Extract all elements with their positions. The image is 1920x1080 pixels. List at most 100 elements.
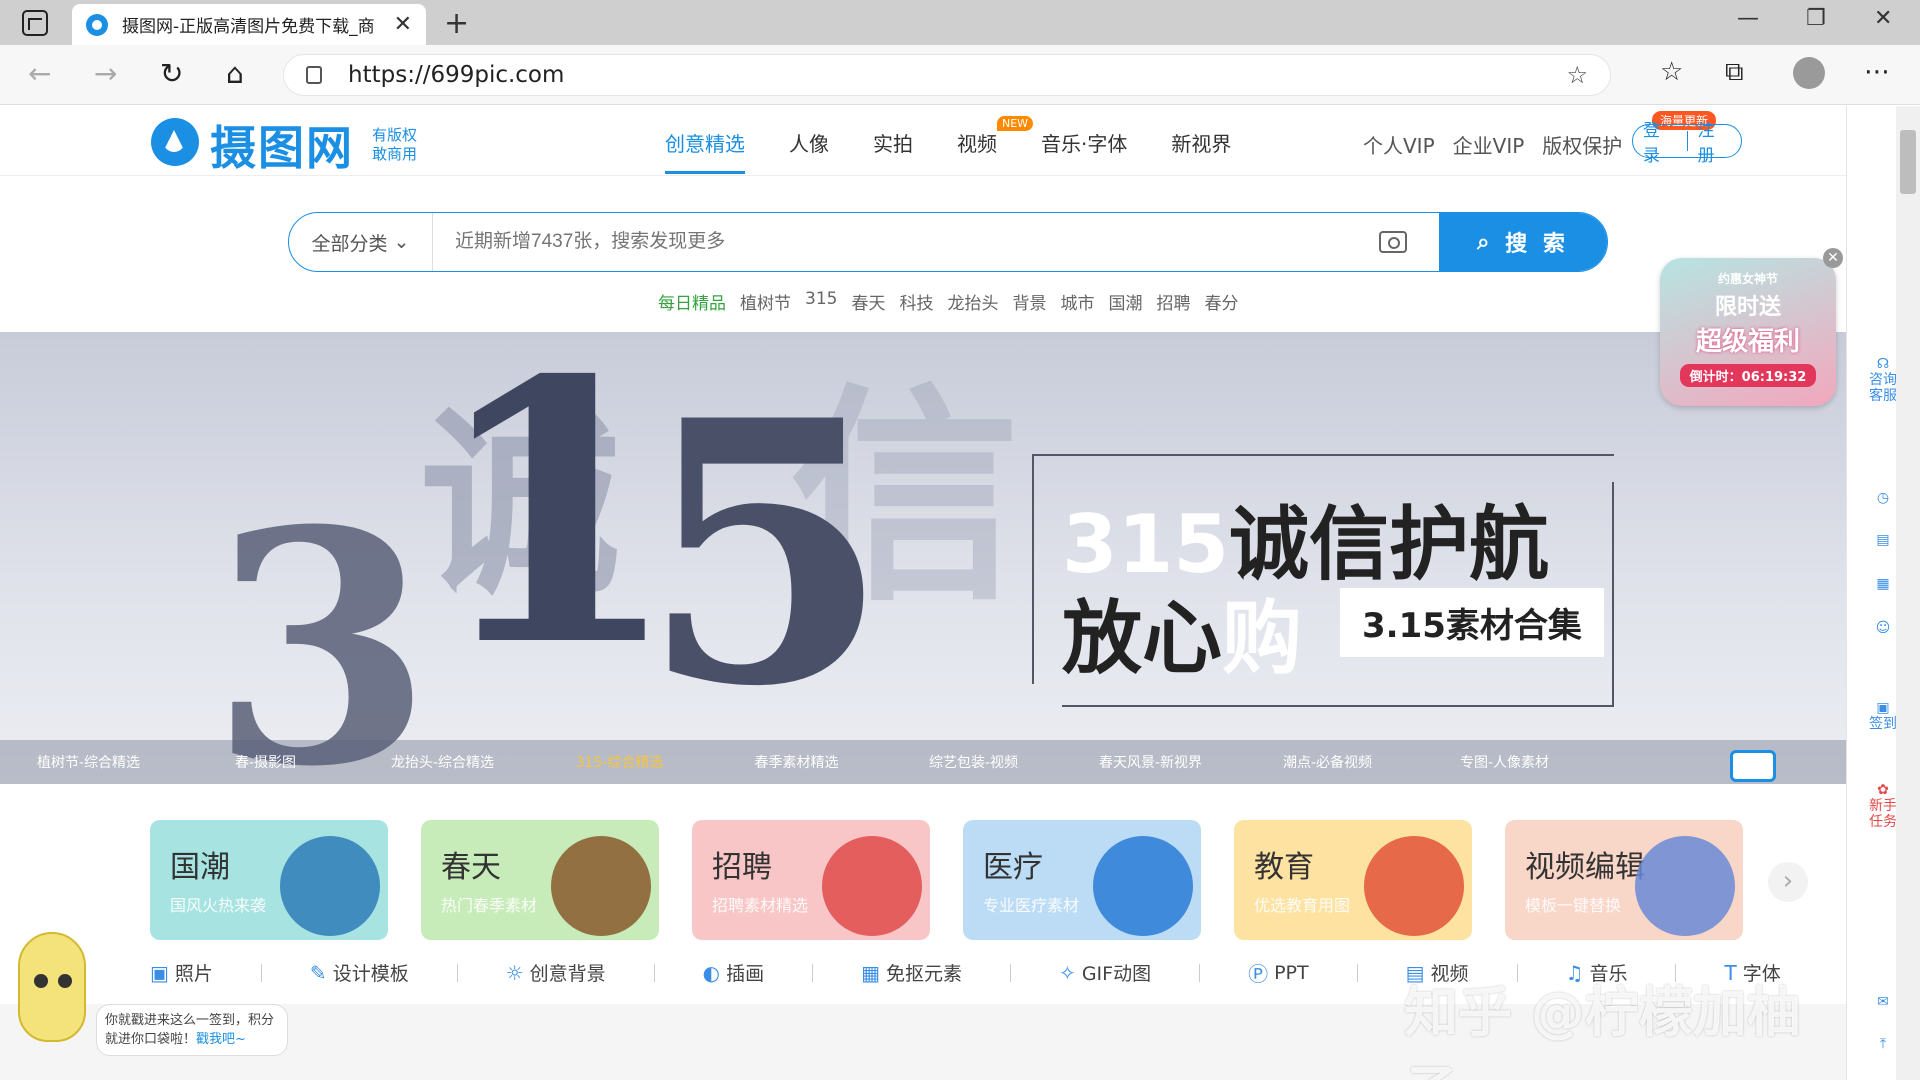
banner-nav-item[interactable]: 春天风景-新视界 (1062, 752, 1239, 772)
nav-portrait[interactable]: 人像 (789, 128, 829, 174)
profile-avatar[interactable] (1793, 57, 1825, 89)
checkin-bubble[interactable]: 你就戳进来这么一签到，积分就进你口袋啦！戳我吧~ (96, 1004, 288, 1056)
search-button[interactable]: ⌕ 搜 索 (1439, 213, 1607, 271)
browser-tab-active[interactable]: 摄图网-正版高清图片免费下载_商 ✕ (72, 4, 426, 45)
category-photo[interactable]: ▣ 照片 (150, 959, 213, 986)
banner-nav-item[interactable]: 春季素材精选 (708, 752, 885, 772)
minimize-button[interactable]: — (1737, 6, 1759, 31)
topic-card[interactable]: 视频编辑 模板一键替换 (1505, 820, 1743, 940)
checkin-link[interactable]: 戳我吧~ (196, 1032, 246, 1047)
newbie-task[interactable]: ✿ 新手任务 (1867, 782, 1899, 830)
mascot-image[interactable] (18, 932, 86, 1042)
banner-nav-item[interactable]: 综艺包装-视频 (885, 752, 1062, 772)
back-to-top-icon[interactable]: ⤒ (1867, 1036, 1899, 1052)
back-button[interactable]: ← (28, 57, 51, 90)
nav-music-font[interactable]: 音乐·字体 (1041, 128, 1127, 174)
hot-tag[interactable]: 植树节 (740, 289, 791, 314)
tv-icon[interactable] (1730, 750, 1776, 782)
new-tab-button[interactable]: + (444, 6, 469, 41)
hot-tag[interactable]: 春分 (1204, 289, 1238, 314)
login-button[interactable]: 登录 (1633, 116, 1687, 166)
hot-tag[interactable]: 背景 (1012, 289, 1046, 314)
tab-actions-icon[interactable] (22, 10, 48, 36)
right-rail: ☊ 咨询客服 ◷ ▤ ▦ ☺ ▣ 签到 ✿ 新手任务 ✉ ⤒ (1846, 106, 1920, 1080)
topic-card[interactable]: 国潮 国风火热来袭 (150, 820, 388, 940)
scrollbar-thumb[interactable] (1900, 130, 1916, 194)
banner-nav: 植树节-综合精选 春-摄影图 龙抬头-综合精选 315-综合精选 春季素材精选 … (0, 740, 1846, 784)
address-bar[interactable]: https://699pic.com ☆ (283, 54, 1611, 96)
sparkle-icon: ✧ (1059, 960, 1076, 985)
banner-nav-item-active[interactable]: 315-综合精选 (531, 752, 708, 772)
copyright-link[interactable]: 版权保护 (1542, 130, 1622, 159)
feedback-icon[interactable]: ✉ (1867, 994, 1899, 1010)
personal-vip-link[interactable]: 个人VIP (1363, 130, 1435, 159)
grid-icon: ▦ (861, 960, 881, 985)
restore-button[interactable]: ❐ (1806, 6, 1826, 31)
collections-icon[interactable]: ⧉ (1725, 57, 1744, 88)
banner-nav-item[interactable]: 专图-人像素材 (1416, 752, 1593, 772)
nav-video[interactable]: 视频 NEW (957, 116, 1034, 174)
favorites-icon[interactable]: ☆ (1660, 57, 1683, 87)
header-right-links: 个人VIP 企业VIP 版权保护 (1363, 130, 1622, 159)
banner-nav-item[interactable]: 春-摄影图 (177, 752, 354, 772)
hot-tag[interactable]: 科技 (899, 289, 933, 314)
more-menu-icon[interactable]: ⋯ (1864, 57, 1890, 87)
topic-card[interactable]: 招聘 招聘素材精选 (692, 820, 930, 940)
nav-new-vision[interactable]: 新视界 (1171, 128, 1231, 174)
banner-nav-item[interactable]: 植树节-综合精选 (0, 752, 177, 772)
scrollbar-track[interactable] (1896, 106, 1920, 1080)
topic-card[interactable]: 教育 优选教育用图 (1234, 820, 1472, 940)
hot-tag[interactable]: 城市 (1060, 289, 1094, 314)
nav-creative[interactable]: 创意精选 (665, 128, 745, 174)
cards-next-button[interactable]: › (1768, 862, 1808, 902)
hot-tag[interactable]: 龙抬头 (947, 289, 998, 314)
search-input[interactable] (433, 213, 1379, 271)
hot-tag[interactable]: 每日精品 (658, 289, 726, 314)
promo-close-icon[interactable]: ✕ (1823, 248, 1843, 268)
register-button[interactable]: 注册 (1687, 116, 1741, 166)
close-window-button[interactable]: ✕ (1874, 6, 1892, 31)
logo-icon[interactable] (151, 118, 199, 166)
divider (1356, 963, 1358, 982)
refresh-button[interactable]: ↻ (160, 57, 183, 90)
banner-nav-item[interactable]: 龙抬头-综合精选 (354, 752, 531, 772)
topic-card[interactable]: 医疗 专业医疗素材 (963, 820, 1201, 940)
category-illustration[interactable]: ◐ 插画 (703, 959, 764, 986)
home-button[interactable]: ⌂ (226, 57, 244, 90)
hot-tag[interactable]: 315 (805, 289, 837, 314)
banner-deco-digit: 3 (210, 462, 433, 784)
category-background[interactable]: ☼ 创意背景 (506, 959, 606, 986)
url-text[interactable]: https://699pic.com (348, 62, 564, 88)
lock-icon[interactable] (306, 66, 322, 84)
camera-icon[interactable] (1379, 231, 1407, 253)
category-select[interactable]: 全部分类 ⌄ (289, 213, 433, 271)
banner-nav-item[interactable]: 潮点-必备视频 (1239, 752, 1416, 772)
add-favorite-icon[interactable]: ☆ (1566, 61, 1588, 89)
gift-icon: ✿ (1877, 782, 1889, 798)
hero-banner[interactable]: 诚 信 3 1 5 315诚信护航 放心购 3.15素材合集 植树节-综合精选 … (0, 332, 1846, 784)
category-elements[interactable]: ▦ 免抠元素 (861, 959, 962, 986)
promo-widget[interactable]: 约惠女神节 限时送 超级福利 倒计时：06:19:32 (1660, 258, 1836, 406)
bulb-icon: ☼ (505, 960, 524, 985)
hot-tag[interactable]: 招聘 (1156, 289, 1190, 314)
topic-card[interactable]: 春天 热门春季素材 (421, 820, 659, 940)
headset-icon: ☊ (1876, 356, 1890, 372)
enterprise-vip-link[interactable]: 企业VIP (1453, 130, 1525, 159)
history-icon[interactable]: ◷ (1867, 490, 1899, 506)
user-icon[interactable]: ☺ (1867, 620, 1899, 636)
nav-photo[interactable]: 实拍 (873, 128, 913, 174)
category-ppt[interactable]: Ⓟ PPT (1248, 958, 1309, 987)
site-logo[interactable]: 摄图网 (210, 112, 354, 178)
category-design[interactable]: ✎ 设计模板 (310, 959, 409, 986)
qrcode-icon[interactable]: ▦ (1867, 576, 1899, 592)
forward-button[interactable]: → (94, 57, 117, 90)
hot-tag[interactable]: 国潮 (1108, 289, 1142, 314)
customer-service[interactable]: ☊ 咨询客服 (1867, 356, 1899, 404)
inbox-icon[interactable]: ▤ (1867, 532, 1899, 548)
category-gif[interactable]: ✧ GIF动图 (1059, 959, 1151, 986)
tab-close-icon[interactable]: ✕ (394, 12, 412, 37)
checkin-button[interactable]: ▣ 签到 (1867, 700, 1899, 732)
promo-line1: 约惠女神节 (1717, 272, 1778, 286)
site-favicon-icon (86, 13, 108, 36)
hot-tag[interactable]: 春天 (851, 289, 885, 314)
